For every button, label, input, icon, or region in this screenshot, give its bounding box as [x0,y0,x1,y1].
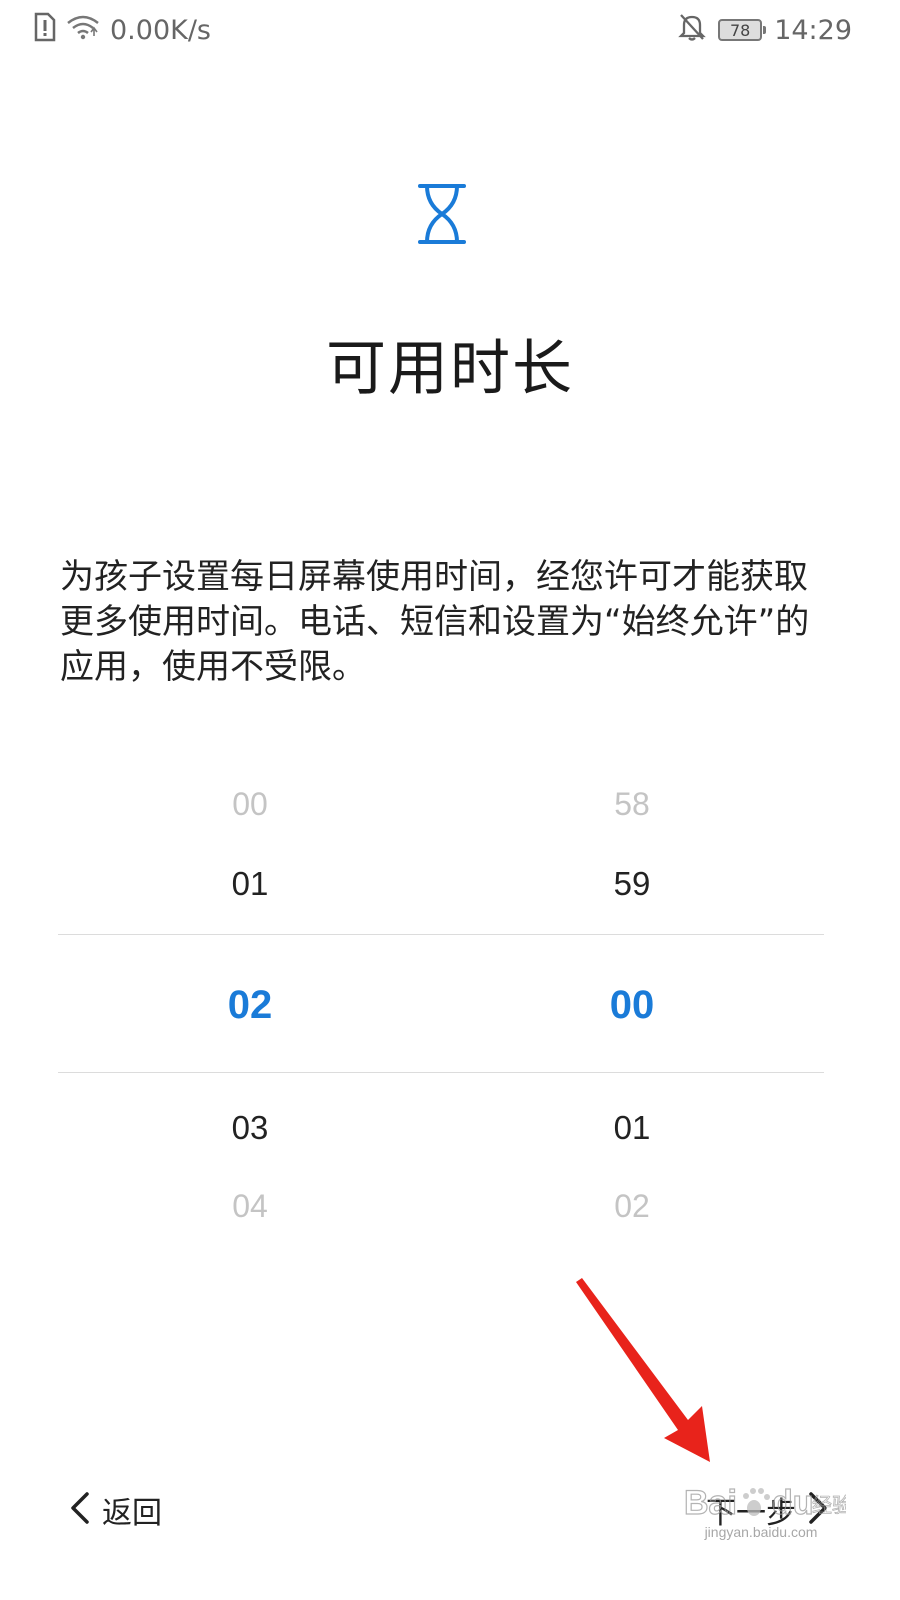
page-title: 可用时长 [326,334,574,404]
chevron-left-icon [68,1490,92,1530]
net-speed: 0.00K/s [110,14,211,46]
svg-text:Bai: Bai [684,1484,737,1522]
sim-alert-icon [34,12,56,49]
battery-icon: 78 [718,19,767,41]
duration-picker[interactable]: 00 01 02 03 04 58 59 00 01 02 [58,770,824,1230]
back-button[interactable]: 返回 [68,1482,162,1538]
annotation-arrow [560,1270,740,1470]
hours-item[interactable]: 00 [150,784,350,824]
hours-item[interactable]: 01 [150,862,350,906]
minutes-item[interactable]: 59 [532,862,732,906]
clock: 14:29 [774,14,852,46]
hours-item[interactable]: 03 [150,1106,350,1150]
minutes-item[interactable]: 58 [532,784,732,824]
minutes-item[interactable]: 02 [532,1186,732,1226]
wifi-icon [66,14,100,47]
back-label: 返回 [102,1496,162,1531]
status-bar-right: 78 14:29 [678,12,852,48]
status-bar-left: 0.00K/s [34,12,211,48]
description-text: 为孩子设置每日屏幕使用时间，经您许可才能获取更多使用时间。电话、短信和设置为“始… [60,557,810,687]
bell-off-icon [678,12,706,49]
svg-text:经验: 经验 [812,1493,846,1517]
svg-text:du: du [772,1484,814,1522]
minutes-item[interactable]: 01 [532,1106,732,1150]
watermark: Bai du 经验 jingyan.baidu.com [676,1478,852,1548]
status-bar: 0.00K/s 78 14:29 [0,0,900,62]
minutes-item-selected[interactable]: 00 [532,978,732,1032]
hours-item[interactable]: 04 [150,1186,350,1226]
battery-level: 78 [730,20,751,40]
hourglass-icon [417,182,467,246]
minutes-wheel[interactable]: 58 59 00 01 02 [532,770,732,1230]
hours-wheel[interactable]: 00 01 02 03 04 [150,770,350,1230]
hours-item-selected[interactable]: 02 [150,978,350,1032]
watermark-url: jingyan.baidu.com [704,1524,818,1540]
